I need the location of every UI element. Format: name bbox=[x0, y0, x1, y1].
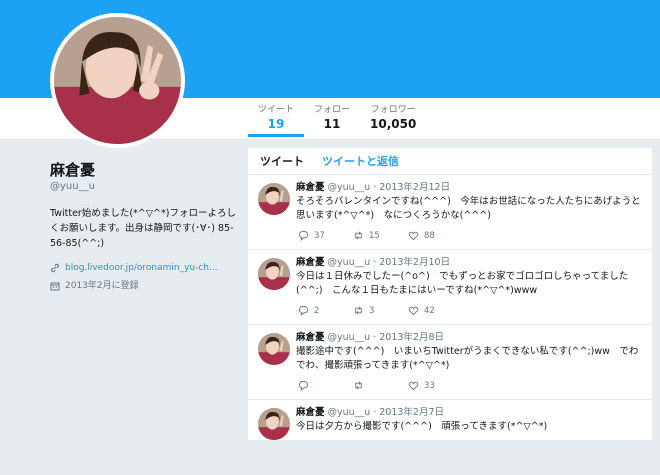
retweet-icon bbox=[355, 231, 362, 240]
profile-bio: Twitter始めました(*^▽^*)フォローよろしくお願いします。出身は静岡で… bbox=[50, 208, 236, 249]
tab-tweets[interactable]: ツイート bbox=[260, 153, 304, 169]
stat-value: 10,050 bbox=[370, 117, 417, 131]
stat-label: フォロワー bbox=[370, 105, 416, 115]
tweet-meta: @yuu__u · 2013年2月8日 bbox=[327, 332, 445, 343]
avatar-photo-icon bbox=[258, 183, 290, 215]
tweet-text: 撮影途中です(^^^) いまいちTwitterがうまくできない私です(^^;)w… bbox=[296, 346, 639, 371]
retweet-icon bbox=[355, 306, 362, 315]
profile-card: 麻倉憂 @yuu__u Twitter始めました(*^▽^*)フォローよろしくお… bbox=[50, 160, 240, 293]
stat-label: ツイート bbox=[258, 105, 295, 115]
tweet-author-name[interactable]: 麻倉憂 bbox=[296, 182, 325, 193]
profile-name[interactable]: 麻倉憂 bbox=[50, 160, 240, 180]
tweet[interactable]: 麻倉憂 @yuu__u · 2013年2月12日 そろそろバレンタインですね(^^… bbox=[248, 175, 652, 250]
retweet-icon bbox=[355, 381, 362, 390]
tweet-author-name[interactable]: 麻倉憂 bbox=[296, 407, 325, 418]
reply-count: 2 bbox=[314, 305, 320, 316]
reply-icon bbox=[298, 230, 309, 241]
avatar-photo-icon bbox=[258, 408, 290, 440]
timeline: ツイート ツイートと返信 麻倉憂 @yuu__u · 2013年2月12日 そろそ… bbox=[248, 148, 652, 475]
link-icon bbox=[51, 263, 59, 273]
reply-button[interactable]: 2 bbox=[298, 305, 353, 316]
tweet-actions: 2 3 42 bbox=[298, 305, 463, 316]
tweet-avatar[interactable] bbox=[258, 333, 290, 365]
reply-icon bbox=[298, 305, 309, 316]
tweet-text: 今日は１日休みでしたー(^o^) でもずっとお家でゴロゴロしちゃってました(^^… bbox=[296, 271, 629, 296]
tab-tweets-and-replies[interactable]: ツイートと返信 bbox=[322, 153, 399, 169]
stat-following[interactable]: フォロー 11 bbox=[304, 98, 360, 140]
timeline-tabs: ツイート ツイートと返信 bbox=[248, 148, 652, 175]
calendar-icon bbox=[50, 282, 60, 291]
tweet-meta: @yuu__u · 2013年2月7日 bbox=[327, 407, 445, 418]
tweet[interactable]: 麻倉憂 @yuu__u · 2013年2月7日 今日は夕方から撮影です(^^^) … bbox=[248, 400, 652, 475]
retweet-button[interactable]: 3 bbox=[353, 305, 408, 316]
tweet-text: そろそろバレンタインですね(^^^) 今年はお世話になった人たちにあげようと思い… bbox=[296, 196, 641, 221]
tweet-avatar[interactable] bbox=[258, 183, 290, 215]
stat-value: 19 bbox=[267, 117, 285, 131]
reply-icon bbox=[298, 380, 309, 391]
tweet[interactable]: 麻倉憂 @yuu__u · 2013年2月10日 今日は１日休みでしたー(^o^)… bbox=[248, 250, 652, 325]
stat-followers[interactable]: フォロワー 10,050 bbox=[360, 98, 426, 140]
stat-value: 11 bbox=[323, 117, 341, 131]
heart-icon bbox=[408, 231, 419, 241]
like-count: 88 bbox=[424, 230, 435, 241]
tweet[interactable]: 麻倉憂 @yuu__u · 2013年2月8日 撮影途中です(^^^) いまいちT… bbox=[248, 325, 652, 400]
avatar-photo-icon bbox=[258, 333, 290, 365]
profile-avatar[interactable] bbox=[50, 13, 185, 148]
avatar-photo-icon bbox=[258, 258, 290, 290]
stat-label: フォロー bbox=[314, 105, 351, 115]
retweet-count: 15 bbox=[369, 230, 380, 241]
retweet-button[interactable] bbox=[353, 380, 408, 391]
tweet-text: 今日は夕方から撮影です(^^^) 頑張ってきます(*^▽^*) bbox=[296, 421, 548, 432]
tweet-author-name[interactable]: 麻倉憂 bbox=[296, 332, 325, 343]
heart-icon bbox=[408, 306, 419, 316]
stat-tweets[interactable]: ツイート 19 bbox=[248, 98, 305, 140]
profile-joined-text: 2013年2月に登録 bbox=[65, 281, 139, 291]
tweet-meta: @yuu__u · 2013年2月12日 bbox=[327, 182, 451, 193]
profile-website: blog.livedoor.jp/oronamin_yu-ch... bbox=[50, 261, 240, 275]
like-button[interactable]: 42 bbox=[408, 305, 463, 316]
tweet-avatar[interactable] bbox=[258, 258, 290, 290]
like-button[interactable]: 33 bbox=[408, 380, 463, 391]
retweet-button[interactable]: 15 bbox=[353, 230, 408, 241]
like-button[interactable]: 88 bbox=[408, 230, 463, 241]
reply-count: 37 bbox=[314, 230, 325, 241]
reply-button[interactable]: 37 bbox=[298, 230, 353, 241]
tweet-actions: 33 bbox=[298, 380, 463, 391]
profile-website-link[interactable]: blog.livedoor.jp/oronamin_yu-ch... bbox=[65, 261, 218, 275]
profile-joined: 2013年2月に登録 bbox=[50, 279, 240, 293]
like-count: 33 bbox=[424, 380, 435, 391]
retweet-count: 3 bbox=[369, 305, 375, 316]
tweet-meta: @yuu__u · 2013年2月10日 bbox=[327, 257, 451, 268]
profile-handle[interactable]: @yuu__u bbox=[50, 180, 240, 194]
tweet-actions: 37 15 88 bbox=[298, 230, 463, 241]
like-count: 42 bbox=[424, 305, 435, 316]
tweet-author-name[interactable]: 麻倉憂 bbox=[296, 257, 325, 268]
tweet-avatar[interactable] bbox=[258, 408, 290, 440]
heart-icon bbox=[408, 381, 419, 391]
avatar-photo-icon bbox=[54, 17, 181, 144]
reply-button[interactable] bbox=[298, 380, 353, 391]
profile-stats: ツイート 19 フォロー 11 フォロワー 10,050 bbox=[248, 98, 426, 140]
